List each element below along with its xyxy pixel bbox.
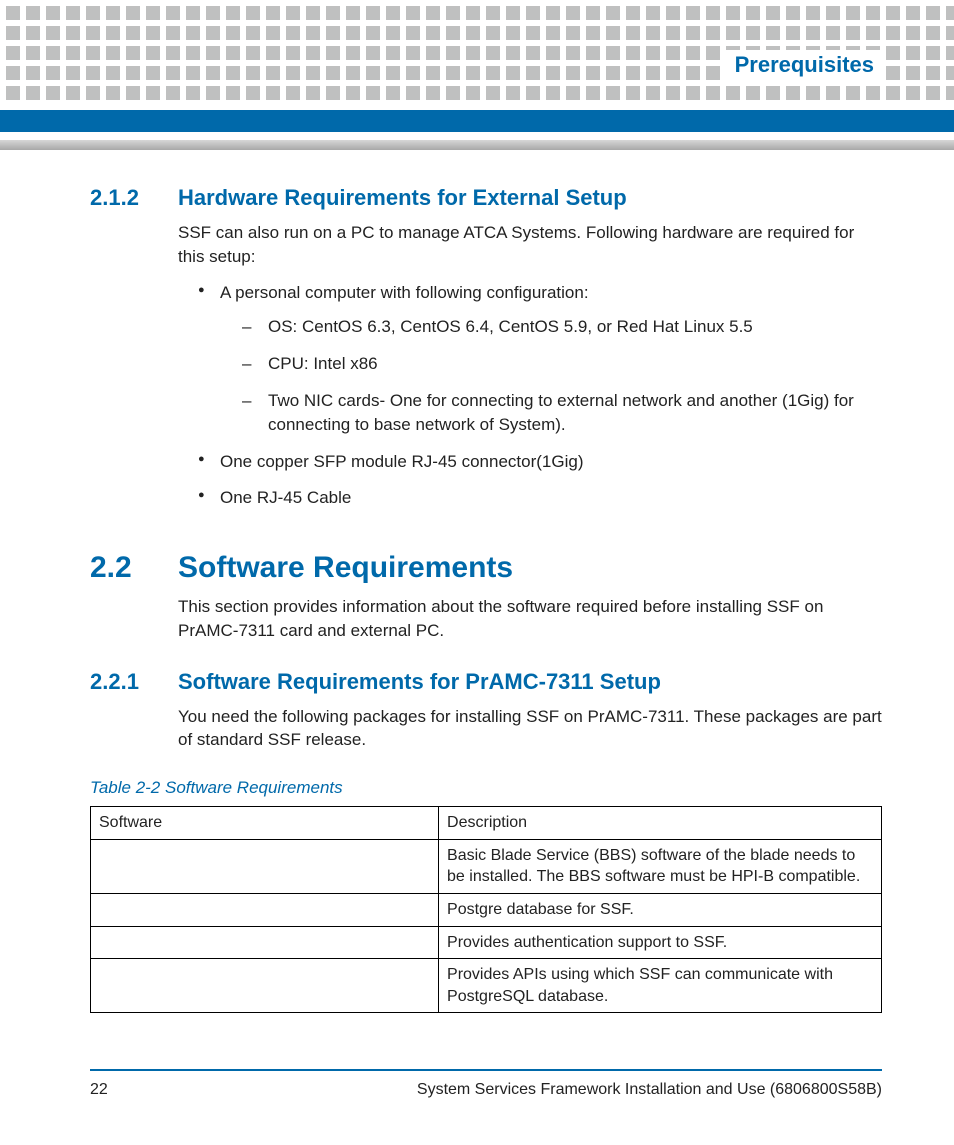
table-cell	[91, 894, 439, 927]
list-item: CPU: Intel x86	[242, 352, 882, 377]
table-cell: Basic Blade Service (BBS) software of th…	[439, 839, 882, 893]
table-cell	[91, 959, 439, 1013]
section-number: 2.2.1	[90, 669, 178, 695]
table-row: Provides APIs using which SSF can commun…	[91, 959, 882, 1013]
list-item-text: A personal computer with following confi…	[220, 283, 589, 302]
list-item: Two NIC cards- One for connecting to ext…	[242, 389, 882, 438]
page-number: 22	[90, 1081, 108, 1099]
list-item: One RJ-45 Cable	[198, 486, 882, 511]
page-content: 2.1.2 Hardware Requirements for External…	[90, 185, 882, 1013]
table-cell: Postgre database for SSF.	[439, 894, 882, 927]
section-title: Software Requirements for PrAMC-7311 Set…	[178, 669, 661, 695]
table-row: Provides authentication support to SSF.	[91, 926, 882, 959]
header-blue-bar	[0, 110, 954, 132]
paragraph: You need the following packages for inst…	[178, 705, 882, 753]
chapter-title: Prerequisites	[721, 50, 882, 80]
table-cell	[91, 839, 439, 893]
section-title: Hardware Requirements for External Setup	[178, 185, 627, 211]
dash-list: OS: CentOS 6.3, CentOS 6.4, CentOS 5.9, …	[242, 315, 882, 438]
heading-2-2: 2.2 Software Requirements	[90, 551, 882, 585]
table-row: Postgre database for SSF.	[91, 894, 882, 927]
heading-2-2-1: 2.2.1 Software Requirements for PrAMC-73…	[90, 669, 882, 695]
section-number: 2.2	[90, 551, 178, 585]
table-cell: Provides APIs using which SSF can commun…	[439, 959, 882, 1013]
paragraph: This section provides information about …	[178, 595, 882, 643]
section-title: Software Requirements	[178, 551, 513, 585]
table-caption: Table 2-2 Software Requirements	[90, 778, 882, 798]
section-number: 2.1.2	[90, 185, 178, 211]
table-cell	[91, 926, 439, 959]
table-header-row: Software Description	[91, 807, 882, 840]
heading-2-1-2: 2.1.2 Hardware Requirements for External…	[90, 185, 882, 211]
list-item: OS: CentOS 6.3, CentOS 6.4, CentOS 5.9, …	[242, 315, 882, 340]
page-footer: 22 System Services Framework Installatio…	[90, 1069, 882, 1099]
paragraph: SSF can also run on a PC to manage ATCA …	[178, 221, 882, 269]
table-row: Basic Blade Service (BBS) software of th…	[91, 839, 882, 893]
list-item: A personal computer with following confi…	[198, 281, 882, 438]
software-requirements-table: Software Description Basic Blade Service…	[90, 806, 882, 1013]
header-grey-bar	[0, 140, 954, 150]
bullet-list: A personal computer with following confi…	[198, 281, 882, 511]
table-header: Description	[439, 807, 882, 840]
table-header: Software	[91, 807, 439, 840]
table-cell: Provides authentication support to SSF.	[439, 926, 882, 959]
list-item: One copper SFP module RJ-45 connector(1G…	[198, 450, 882, 475]
document-title: System Services Framework Installation a…	[417, 1081, 882, 1099]
